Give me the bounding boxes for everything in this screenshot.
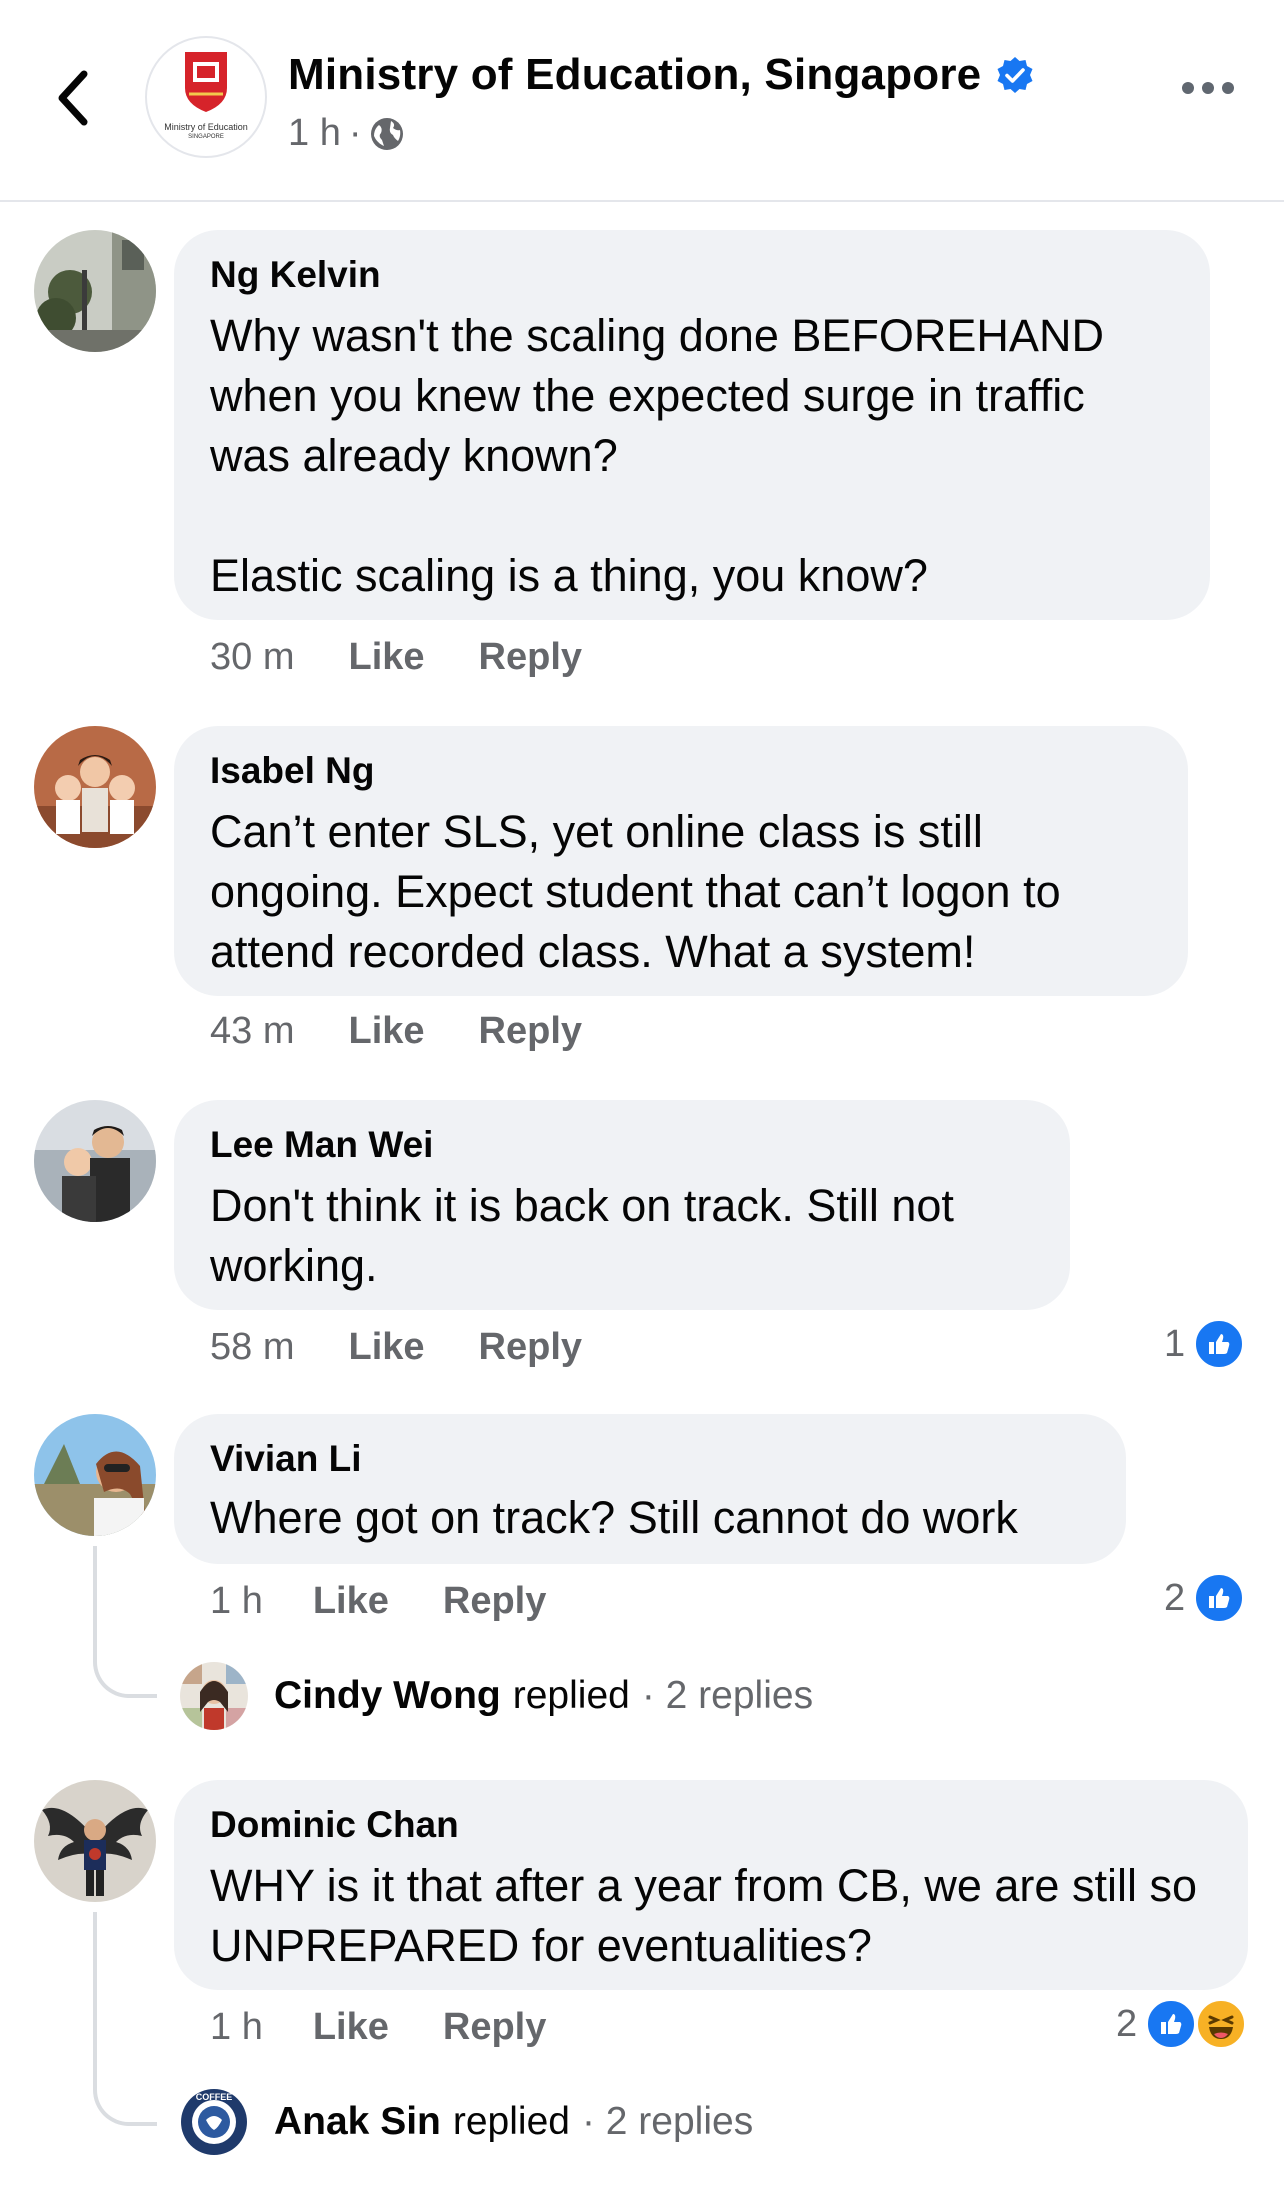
more-dot: [1222, 82, 1234, 94]
back-button[interactable]: [44, 62, 100, 134]
post-header: Ministry of Education SINGAPORE Ministry…: [0, 0, 1284, 202]
comment-bubble[interactable]: Lee Man Wei Don't think it is back on tr…: [174, 1100, 1070, 1310]
comment-text: Can’t enter SLS, yet online class is sti…: [210, 806, 1074, 977]
logo-caption-line: Ministry of Education: [164, 122, 248, 132]
comment-author[interactable]: Lee Man Wei: [210, 1122, 1034, 1168]
avatar-dominic-chan[interactable]: [34, 1780, 156, 1902]
reply-button[interactable]: Reply: [443, 2006, 546, 2049]
reaction-summary[interactable]: 2: [1116, 1998, 1248, 2050]
comment-bubble[interactable]: Vivian Li Where got on track? Still cann…: [174, 1414, 1126, 1564]
comment-actions: 30 m Like Reply: [210, 636, 582, 679]
meta-separator: ·: [348, 112, 362, 154]
like-button[interactable]: Like: [348, 1326, 424, 1369]
logo-caption-sub: SINGAPORE: [188, 134, 224, 140]
more-dot: [1182, 82, 1194, 94]
post-meta: 1 h ·: [288, 112, 405, 155]
comment-actions: 1 h Like Reply: [210, 1580, 546, 1623]
like-reaction-icon: [1145, 1998, 1198, 2050]
avatar-photo-icon: [34, 1414, 156, 1536]
comment-author[interactable]: Vivian Li: [210, 1436, 1090, 1482]
avatar-isabel-ng[interactable]: [34, 726, 156, 848]
reaction-count: 2: [1164, 1576, 1186, 1619]
more-dot: [1202, 82, 1214, 94]
comment-time[interactable]: 1 h: [210, 2006, 263, 2049]
like-button[interactable]: Like: [313, 2006, 389, 2049]
like-reaction-icon: [1193, 1572, 1246, 1624]
logo-caption: Ministry of Education SINGAPORE: [147, 122, 265, 142]
chevron-left-icon: [58, 70, 88, 126]
reply-author: Anak Sin: [274, 2100, 441, 2143]
like-button[interactable]: Like: [348, 1010, 424, 1053]
avatar-ng-kelvin[interactable]: [34, 230, 156, 352]
avatar-anak-sin: COFFEE: [180, 2088, 248, 2156]
haha-reaction-icon: [1195, 1998, 1248, 2050]
comment-bubble[interactable]: Dominic Chan WHY is it that after a year…: [174, 1780, 1248, 1990]
reply-count: · 2 replies: [581, 2100, 754, 2143]
comment-text: Where got on track? Still cannot do work: [210, 1492, 1018, 1543]
comment-actions: 43 m Like Reply: [210, 1010, 582, 1053]
comment-text: WHY is it that after a year from CB, we …: [210, 1860, 1210, 1971]
reply-thread-line: [93, 1912, 157, 2126]
page-title-row: Ministry of Education, Singapore: [288, 50, 1035, 100]
reply-count: · 2 replies: [641, 1674, 814, 1717]
avatar-photo-icon: [180, 1662, 248, 1730]
comment-actions: 58 m Like Reply: [210, 1326, 582, 1369]
more-options-button[interactable]: [1182, 82, 1234, 94]
reaction-summary[interactable]: 2: [1164, 1572, 1246, 1624]
coffee-logo-icon: COFFEE: [181, 2089, 247, 2155]
avatar-photo-icon: [34, 726, 156, 848]
reply-button[interactable]: Reply: [443, 1580, 546, 1623]
like-button[interactable]: Like: [313, 1580, 389, 1623]
page-title[interactable]: Ministry of Education, Singapore: [288, 50, 981, 100]
comment-time[interactable]: 1 h: [210, 1580, 263, 1623]
comment-text: Why wasn't the scaling done BEFOREHAND w…: [210, 310, 1104, 601]
like-button[interactable]: Like: [348, 636, 424, 679]
reply-button[interactable]: Reply: [479, 636, 582, 679]
globe-icon: [371, 117, 404, 150]
avatar-lee-man-wei[interactable]: [34, 1100, 156, 1222]
reply-verb: replied: [452, 2100, 570, 2143]
avatar-photo-icon: [34, 1780, 156, 1902]
comment-time[interactable]: 43 m: [210, 1010, 294, 1053]
reply-author: Cindy Wong: [274, 1674, 501, 1717]
reaction-count: 1: [1164, 1322, 1186, 1365]
reply-thread-line: [93, 1546, 157, 1698]
post-time[interactable]: 1 h: [288, 112, 341, 155]
reply-button[interactable]: Reply: [479, 1326, 582, 1369]
avatar-photo-icon: [34, 1100, 156, 1222]
coffee-logo-text: COFFEE: [196, 2092, 233, 2102]
comment-author[interactable]: Isabel Ng: [210, 748, 1152, 794]
like-reaction-icon: [1193, 1318, 1246, 1370]
view-replies[interactable]: Cindy Wong replied · 2 replies: [180, 1662, 813, 1730]
comment-author[interactable]: Dominic Chan: [210, 1802, 1212, 1848]
comment-time[interactable]: 30 m: [210, 636, 294, 679]
avatar-photo-icon: [34, 230, 156, 352]
view-replies[interactable]: COFFEE Anak Sin replied · 2 replies: [180, 2088, 753, 2156]
comment-text: Don't think it is back on track. Still n…: [210, 1180, 967, 1291]
page-avatar[interactable]: Ministry of Education SINGAPORE: [145, 36, 267, 158]
comment-time[interactable]: 58 m: [210, 1326, 294, 1369]
comment-bubble[interactable]: Isabel Ng Can’t enter SLS, yet online cl…: [174, 726, 1188, 996]
reply-button[interactable]: Reply: [479, 1010, 582, 1053]
reaction-count: 2: [1116, 2002, 1138, 2045]
comment-bubble[interactable]: Ng Kelvin Why wasn't the scaling done BE…: [174, 230, 1210, 620]
comment-author[interactable]: Ng Kelvin: [210, 252, 1174, 298]
comment-actions: 1 h Like Reply: [210, 2006, 546, 2049]
reaction-summary[interactable]: 1: [1164, 1318, 1246, 1370]
avatar-vivian-li[interactable]: [34, 1414, 156, 1536]
verified-badge-icon: [997, 57, 1033, 93]
avatar-cindy-wong: [180, 1662, 248, 1730]
reply-verb: replied: [512, 1674, 630, 1717]
